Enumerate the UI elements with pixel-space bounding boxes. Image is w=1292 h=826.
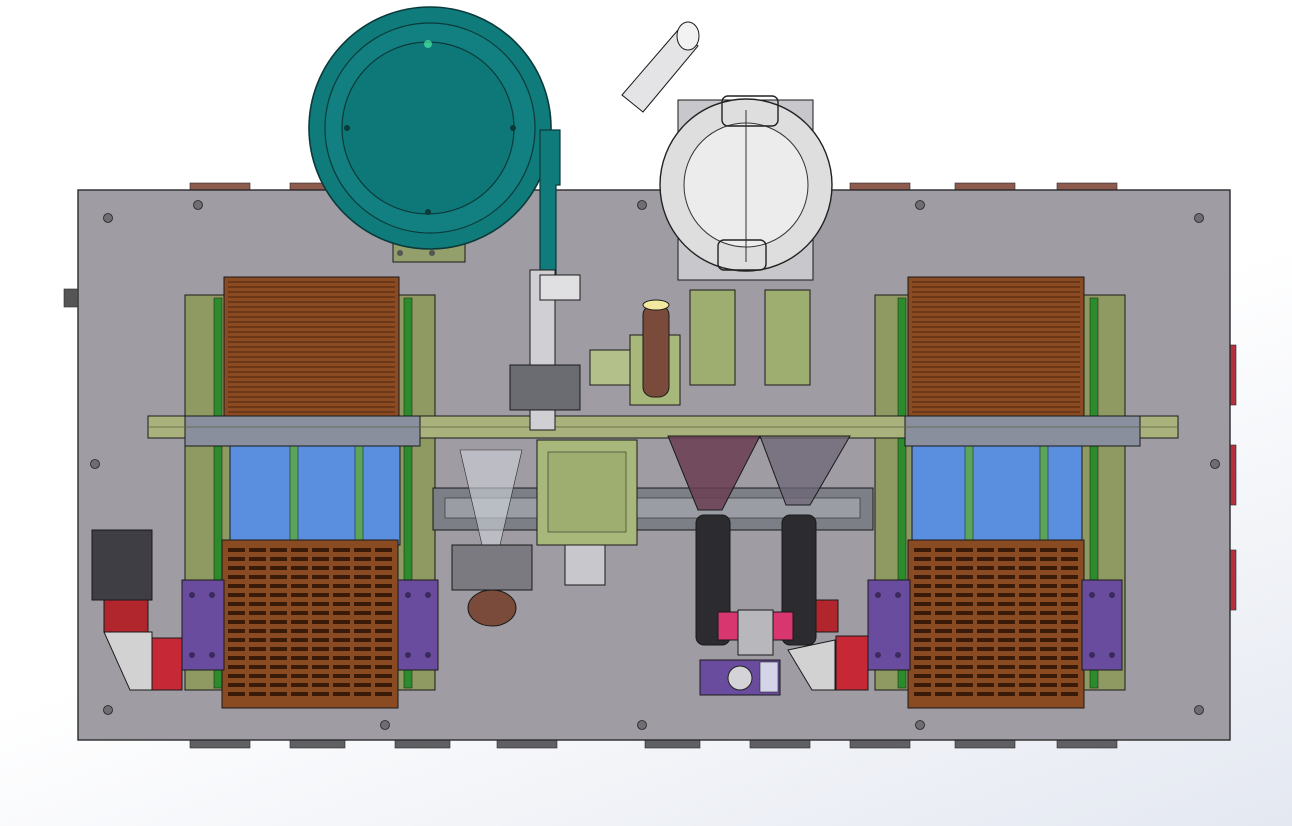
- side-connector: [63, 288, 79, 308]
- cad-viewport: [0, 0, 1292, 826]
- left-heatsink-cassette: [181, 276, 439, 709]
- machine-assembly-drawing: [63, 6, 1237, 749]
- right-heatsink-cassette: [867, 276, 1126, 709]
